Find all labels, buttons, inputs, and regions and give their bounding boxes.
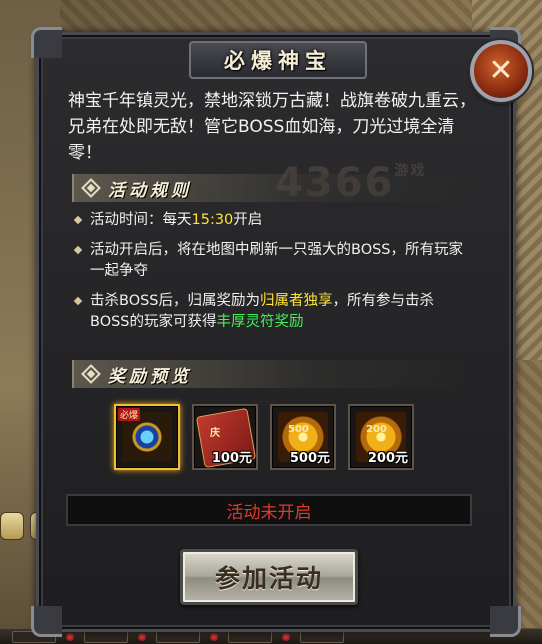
diamond-icon — [81, 178, 101, 198]
red-gem-icon — [210, 632, 218, 641]
red-gem-icon — [66, 632, 74, 641]
reward-amount: 200元 — [367, 451, 408, 466]
reward-mini-label: 200 — [366, 424, 387, 435]
red-gem-icon — [138, 632, 146, 641]
toolbar-slot[interactable] — [84, 630, 128, 643]
ornament-corner — [31, 27, 62, 58]
ornament-corner — [490, 606, 521, 637]
reward-list: 必爆 庆 100元 500 500元 200 200元 — [114, 404, 414, 470]
rewards-heading: 奖励预览 — [108, 366, 192, 387]
red-gem-icon — [282, 632, 290, 641]
rule-time-value: 15:30 — [191, 212, 234, 228]
rule-boss-spawn: 活动开启后，将在地图中刷新一只强大的BOSS，所有玩家一起争夺 — [90, 242, 464, 279]
rules-section-header: 活动规则 — [72, 174, 470, 202]
rewards-section-header: 奖励预览 — [72, 360, 470, 388]
reward-mini-label: 500 — [288, 424, 309, 435]
event-status-text: 活动未开启 — [226, 502, 312, 523]
bullet-icon — [73, 245, 83, 255]
diamond-icon — [81, 364, 101, 384]
dialog-title-plate: 必爆神宝 — [189, 41, 367, 79]
rule-time-prefix: 活动时间：每天 — [90, 212, 192, 228]
reward-badge: 必爆 — [118, 408, 141, 421]
intro-text: 神宝千年镇灵光，禁地深锁万古藏！战旗卷破九重云，兄弟在处即无敌！管它BOSS血如… — [68, 91, 476, 163]
rule-reward-prefix: 击杀BOSS后，归属奖励为 — [90, 293, 261, 309]
rule-item: 击杀BOSS后，归属奖励为归属者独享，所有参与击杀BOSS的玩家可获得丰厚灵符奖… — [72, 291, 472, 333]
reward-slot-100[interactable]: 庆 100元 — [192, 404, 258, 470]
rule-participant-reward: 丰厚灵符奖励 — [216, 314, 304, 330]
reward-slot-200[interactable]: 200 200元 — [348, 404, 414, 470]
event-status-bar: 活动未开启 — [66, 494, 472, 526]
join-event-button[interactable]: 参加活动 — [180, 549, 358, 605]
reward-amount: 100元 — [211, 451, 252, 466]
bullet-icon — [73, 296, 83, 306]
close-button[interactable]: ✕ — [470, 40, 532, 102]
ornament-corner — [31, 606, 62, 637]
dialog-title: 必爆神宝 — [224, 48, 332, 73]
toolbar-slot[interactable] — [300, 630, 344, 643]
reward-slot-500[interactable]: 500 500元 — [270, 404, 336, 470]
rules-list: 活动时间：每天15:30开启 活动开启后，将在地图中刷新一只强大的BOSS，所有… — [72, 210, 472, 342]
join-event-label: 参加活动 — [214, 564, 323, 593]
toolbar-slot[interactable] — [156, 630, 200, 643]
rule-time-suffix: 开启 — [233, 212, 263, 228]
chat-bubble-icon[interactable] — [0, 512, 24, 540]
close-icon: ✕ — [488, 53, 514, 88]
rule-owner-reward: 归属者独享 — [260, 293, 333, 309]
rule-item: 活动开启后，将在地图中刷新一只强大的BOSS，所有玩家一起争夺 — [72, 240, 472, 282]
bullet-icon — [73, 215, 83, 225]
rules-heading: 活动规则 — [108, 180, 192, 201]
rule-item: 活动时间：每天15:30开启 — [72, 210, 472, 231]
reward-amount: 500元 — [289, 451, 330, 466]
reward-slot-boss-drop[interactable]: 必爆 — [114, 404, 180, 470]
reward-mini-label: 庆 — [210, 428, 220, 439]
toolbar-slot[interactable] — [228, 630, 272, 643]
